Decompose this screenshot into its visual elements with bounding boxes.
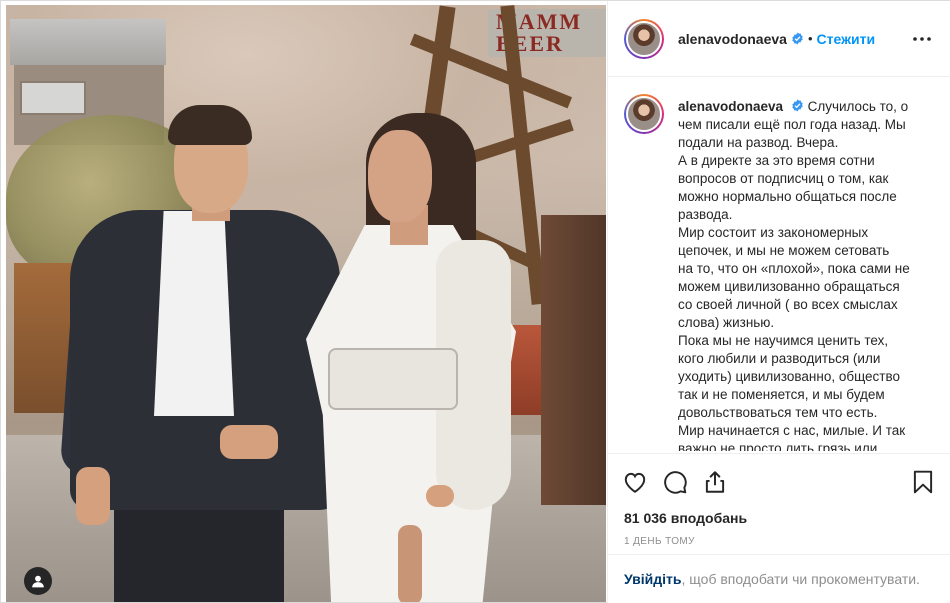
comments-section[interactable]: alenavodonaeva Случилось то, о чем писал… <box>608 78 950 451</box>
caption-username[interactable]: alenavodonaeva <box>678 99 783 114</box>
post-actions: 81 036 вподобань 1 ДЕНЬ ТОМУ <box>608 453 950 547</box>
caption-line: можно нормально общаться после <box>678 189 897 204</box>
caption-line: развода. <box>678 207 733 222</box>
post-timestamp[interactable]: 1 ДЕНЬ ТОМУ <box>622 526 936 547</box>
caption-line: цепочек, и мы не можем сетовать <box>678 243 890 258</box>
caption-row: alenavodonaeva Случилось то, о чем писал… <box>624 94 934 451</box>
follow-button[interactable]: Стежити <box>817 31 876 47</box>
separator-dot: • <box>807 31 813 46</box>
author-username[interactable]: alenavodonaeva <box>678 31 787 47</box>
login-prompt: Увійдіть , щоб вподобати чи прокоментува… <box>608 554 950 602</box>
more-options-icon[interactable] <box>910 27 934 51</box>
caption-line: уходить) цивилизованно, общество <box>678 369 901 384</box>
author-avatar[interactable] <box>624 18 664 59</box>
post-caption: alenavodonaeva Случилось то, о чем писал… <box>678 98 934 451</box>
user-tag-icon[interactable] <box>24 567 52 595</box>
caption-line: довольствоваться тем что есть. <box>678 405 878 420</box>
caption-line: кого любили и разводиться (или <box>678 351 881 366</box>
caption-line: слова) жизнью. <box>678 315 775 330</box>
post-modal: MAMM BEER alenavodonaeva • Стежити alena… <box>0 0 950 603</box>
post-header: alenavodonaeva • Стежити <box>608 1 950 77</box>
caption-author-avatar[interactable] <box>624 94 664 134</box>
likes-count[interactable]: 81 036 вподобань <box>622 502 936 526</box>
caption-line: А в директе за это время сотни <box>678 153 875 168</box>
caption-line: со своей личной ( во всех смыслах <box>678 297 898 312</box>
caption-line: так и не поменяется, и мы будем <box>678 387 885 402</box>
login-link[interactable]: Увійдіть <box>624 571 682 587</box>
caption-line: чем писали ещё пол года назад. Мы <box>678 117 906 132</box>
caption-line: Пока мы не научимся ценить тех, <box>678 333 889 348</box>
caption-line: Мир начинается с нас, милые. И так <box>678 423 906 438</box>
login-prompt-text: , щоб вподобати чи прокоментувати. <box>681 570 920 587</box>
caption-line: можем цивилизованно обращаться <box>678 279 900 294</box>
verified-badge-icon <box>792 32 803 45</box>
verified-badge-icon <box>792 99 803 112</box>
post-photo[interactable]: MAMM BEER <box>6 5 606 602</box>
caption-line: Случилось то, о <box>807 99 909 114</box>
post-sidebar: alenavodonaeva • Стежити alenavodonaeva <box>607 1 950 603</box>
caption-line: на то, что он «плохой», пока сами не <box>678 261 910 276</box>
caption-line: подали на развод. Вчера. <box>678 135 839 150</box>
caption-line: вопросов от подписчиц о том, как <box>678 171 889 186</box>
comment-icon[interactable] <box>662 462 702 502</box>
heart-icon[interactable] <box>622 462 662 502</box>
action-icons-row <box>622 462 936 502</box>
caption-line: Мир состоит из закономерных <box>678 225 869 240</box>
share-icon[interactable] <box>702 462 742 502</box>
bookmark-icon[interactable] <box>896 462 936 502</box>
caption-line: важно не просто лить грязь или <box>678 441 878 451</box>
